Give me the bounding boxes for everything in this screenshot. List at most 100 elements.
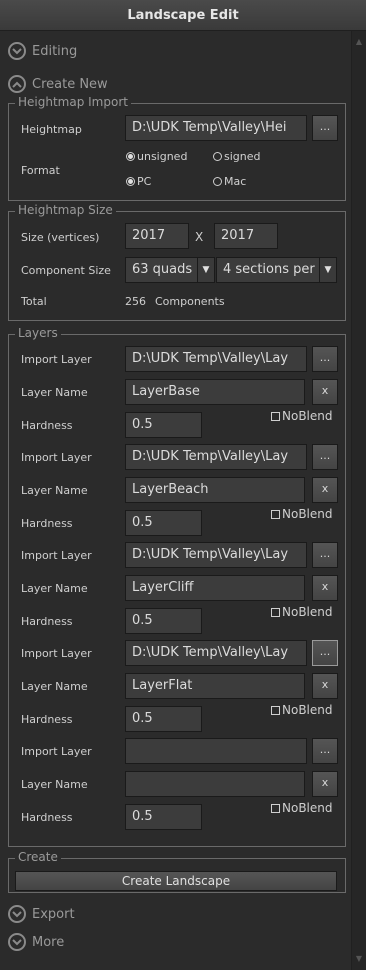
expand-chevron-icon xyxy=(8,905,26,923)
layer-name-field[interactable]: LayerBeach xyxy=(125,477,305,503)
checkbox-icon xyxy=(271,509,280,519)
import-layer-path-field[interactable]: D:\UDK Temp\Valley\Lay xyxy=(125,346,307,372)
layer-name-label: Layer Name xyxy=(21,386,88,399)
section-editing[interactable]: Editing xyxy=(8,40,77,62)
size-y-field[interactable]: 2017 xyxy=(214,223,278,249)
radio-empty-icon xyxy=(213,177,222,186)
noblend-checkbox[interactable]: NoBlend xyxy=(271,703,333,717)
sections-dropdown-value: 4 sections per c xyxy=(223,262,327,277)
size-vertices-label: Size (vertices) xyxy=(21,231,100,244)
noblend-label: NoBlend xyxy=(282,605,333,619)
scroll-down-arrow-icon[interactable]: ▼ xyxy=(352,952,366,966)
heightmap-label: Heightmap xyxy=(21,123,82,136)
noblend-checkbox[interactable]: NoBlend xyxy=(271,605,333,619)
heightmap-path-field[interactable]: D:\UDK Temp\Valley\Hei xyxy=(125,115,307,141)
layer-name-label: Layer Name xyxy=(21,582,88,595)
vertical-scrollbar[interactable]: ▲ ▼ xyxy=(351,31,366,970)
radio-unsigned[interactable]: unsigned xyxy=(126,150,187,163)
noblend-checkbox[interactable]: NoBlend xyxy=(271,409,333,423)
layer-name-field[interactable]: LayerCliff xyxy=(125,575,305,601)
noblend-label: NoBlend xyxy=(282,507,333,521)
hardness-label: Hardness xyxy=(21,615,73,628)
section-more[interactable]: More xyxy=(8,931,64,953)
create-group: Create Create Landscape xyxy=(8,850,346,893)
heightmap-import-group: Heightmap Import Heightmap D:\UDK Temp\V… xyxy=(8,95,346,201)
layer-name-label: Layer Name xyxy=(21,778,88,791)
import-layer-browse-button[interactable]: ... xyxy=(312,542,338,568)
checkbox-icon xyxy=(271,803,280,813)
remove-layer-button[interactable]: x xyxy=(312,771,338,797)
hardness-field[interactable]: 0.5 xyxy=(125,412,202,438)
radio-mac[interactable]: Mac xyxy=(213,175,246,188)
layer-name-label: Layer Name xyxy=(21,680,88,693)
remove-layer-button[interactable]: x xyxy=(312,575,338,601)
collapse-chevron-icon xyxy=(8,75,26,93)
radio-signed[interactable]: signed xyxy=(213,150,261,163)
import-layer-browse-button[interactable]: ... xyxy=(312,738,338,764)
import-layer-label: Import Layer xyxy=(21,353,92,366)
remove-layer-button[interactable]: x xyxy=(312,477,338,503)
noblend-label: NoBlend xyxy=(282,409,333,423)
scroll-up-arrow-icon[interactable]: ▲ xyxy=(352,35,366,49)
dropdown-arrow-icon: ▼ xyxy=(319,258,336,282)
import-layer-path-field[interactable]: D:\UDK Temp\Valley\Lay xyxy=(125,640,307,666)
noblend-checkbox[interactable]: NoBlend xyxy=(271,507,333,521)
total-value: 256 xyxy=(125,295,146,308)
noblend-label: NoBlend xyxy=(282,703,333,717)
quads-dropdown[interactable]: 63 quads ▼ xyxy=(125,257,215,283)
size-x-field[interactable]: 2017 xyxy=(125,223,189,249)
layer-name-field[interactable] xyxy=(125,771,305,797)
radio-mac-label: Mac xyxy=(224,175,247,188)
radio-pc[interactable]: PC xyxy=(126,175,151,188)
create-legend: Create xyxy=(15,850,61,864)
radio-empty-icon xyxy=(213,152,222,161)
window-title: Landscape Edit xyxy=(0,0,366,31)
format-label: Format xyxy=(21,164,60,177)
checkbox-icon xyxy=(271,705,280,715)
sections-dropdown[interactable]: 4 sections per c ▼ xyxy=(216,257,337,283)
total-label: Total xyxy=(21,295,47,308)
dropdown-arrow-icon: ▼ xyxy=(197,258,214,282)
layers-legend: Layers xyxy=(15,326,61,340)
radio-unsigned-label: unsigned xyxy=(137,150,188,163)
radio-signed-label: signed xyxy=(224,150,261,163)
hardness-field[interactable]: 0.5 xyxy=(125,510,202,536)
remove-layer-button[interactable]: x xyxy=(312,379,338,405)
remove-layer-button[interactable]: x xyxy=(312,673,338,699)
import-layer-path-field[interactable]: D:\UDK Temp\Valley\Lay xyxy=(125,444,307,470)
create-landscape-button[interactable]: Create Landscape xyxy=(15,871,337,891)
hardness-field[interactable]: 0.5 xyxy=(125,804,202,830)
heightmap-import-legend: Heightmap Import xyxy=(15,95,131,109)
expand-chevron-icon xyxy=(8,933,26,951)
layers-group: Layers Import Layer D:\UDK Temp\Valley\L… xyxy=(8,326,346,847)
import-layer-path-field[interactable]: D:\UDK Temp\Valley\Lay xyxy=(125,542,307,568)
radio-selected-icon xyxy=(126,152,135,161)
import-layer-path-field[interactable] xyxy=(125,738,307,764)
section-export[interactable]: Export xyxy=(8,903,75,925)
hardness-label: Hardness xyxy=(21,811,73,824)
total-unit: Components xyxy=(155,295,225,308)
component-size-label: Component Size xyxy=(21,264,111,277)
expand-chevron-icon xyxy=(8,42,26,60)
import-layer-label: Import Layer xyxy=(21,745,92,758)
section-editing-label: Editing xyxy=(32,43,78,59)
import-layer-browse-button[interactable]: ... xyxy=(312,346,338,372)
radio-pc-label: PC xyxy=(137,175,152,188)
heightmap-browse-button[interactable]: ... xyxy=(312,115,338,141)
import-layer-browse-button[interactable]: ... xyxy=(312,444,338,470)
import-layer-label: Import Layer xyxy=(21,451,92,464)
import-layer-browse-button[interactable]: ... xyxy=(312,640,338,666)
hardness-label: Hardness xyxy=(21,419,73,432)
layer-name-label: Layer Name xyxy=(21,484,88,497)
hardness-label: Hardness xyxy=(21,713,73,726)
section-create-new[interactable]: Create New xyxy=(8,73,108,95)
import-layer-label: Import Layer xyxy=(21,549,92,562)
hardness-field[interactable]: 0.5 xyxy=(125,706,202,732)
noblend-checkbox[interactable]: NoBlend xyxy=(271,801,333,815)
section-more-label: More xyxy=(32,934,65,950)
layer-name-field[interactable]: LayerFlat xyxy=(125,673,305,699)
heightmap-size-legend: Heightmap Size xyxy=(15,203,116,217)
layer-name-field[interactable]: LayerBase xyxy=(125,379,305,405)
size-x-separator: X xyxy=(195,230,204,244)
hardness-field[interactable]: 0.5 xyxy=(125,608,202,634)
